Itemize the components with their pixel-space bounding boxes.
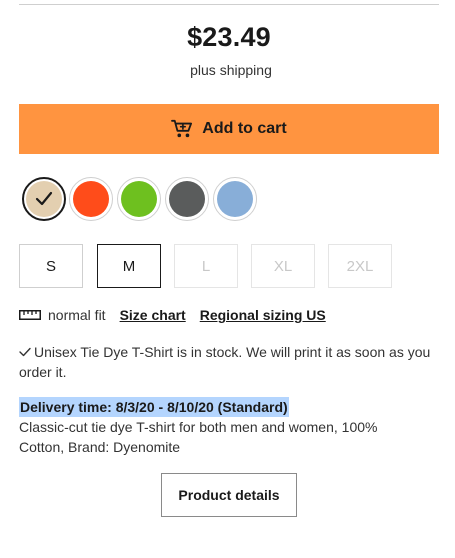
swatch-light-blue[interactable] (213, 177, 257, 221)
delivery-time: Delivery time: 8/3/20 - 8/10/20 (Standar… (19, 397, 289, 417)
swatch-green[interactable] (117, 177, 161, 221)
swatch-beige[interactable] (22, 177, 66, 221)
top-divider (19, 4, 439, 5)
fit-label: normal fit (48, 307, 106, 323)
product-details-button[interactable]: Product details (161, 473, 297, 517)
stock-status: Unisex Tie Dye T-Shirt is in stock. We w… (19, 342, 439, 382)
fit-info: normal fit Size chart Regional sizing US (19, 305, 340, 325)
check-icon (19, 347, 31, 357)
check-icon (35, 191, 53, 206)
size-option-2xl[interactable]: 2XL (328, 244, 392, 288)
product-description: Classic-cut tie dye T-shirt for both men… (19, 419, 378, 455)
size-option-xl[interactable]: XL (251, 244, 315, 288)
size-option-l[interactable]: L (174, 244, 238, 288)
swatch-dark-grey[interactable] (165, 177, 209, 221)
regional-sizing-link[interactable]: Regional sizing US (200, 307, 326, 323)
price: $23.49 (187, 22, 271, 52)
swatch-orange[interactable] (69, 177, 113, 221)
size-option-m[interactable]: M (97, 244, 161, 288)
size-option-s[interactable]: S (19, 244, 83, 288)
size-chart-link[interactable]: Size chart (120, 307, 186, 323)
ruler-icon (19, 310, 41, 320)
stock-text: Unisex Tie Dye T-Shirt is in stock. We w… (19, 344, 431, 380)
add-to-cart-button[interactable]: Add to cart (19, 104, 439, 154)
add-to-cart-label: Add to cart (202, 120, 287, 137)
cart-icon (171, 119, 193, 138)
shipping-note: plus shipping (190, 62, 272, 78)
